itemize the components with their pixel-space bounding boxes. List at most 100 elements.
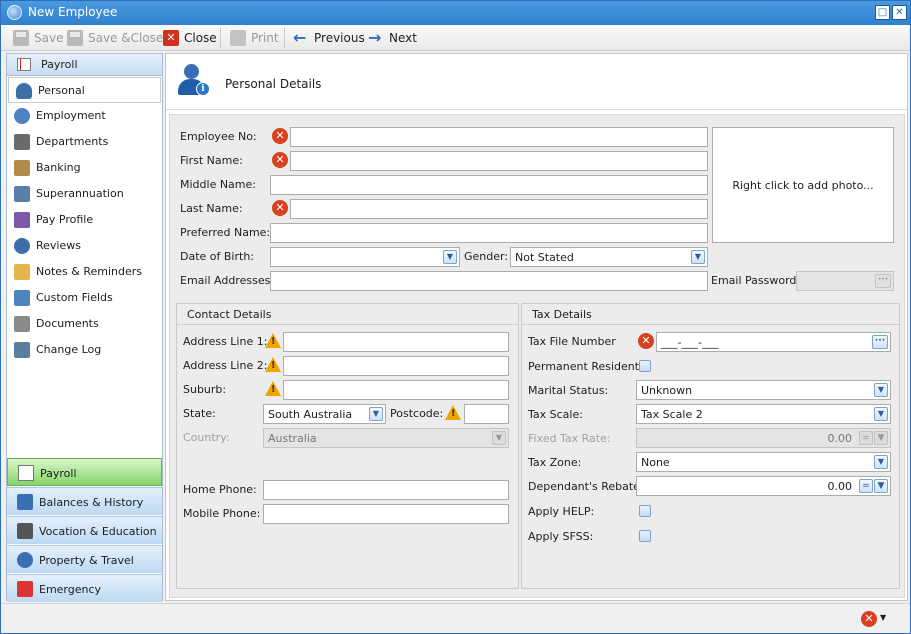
chevron-down-icon[interactable]: ▼ [492, 431, 506, 445]
error-icon: ✕ [272, 200, 288, 216]
mobile-phone-input[interactable] [263, 504, 509, 524]
ellipsis-icon[interactable]: ··· [875, 274, 891, 288]
maximize-button[interactable]: □ [875, 5, 890, 20]
tax-zone-select[interactable]: None ▼ [636, 452, 891, 472]
sidebar-item-label: Reviews [36, 239, 81, 252]
notes-icon [14, 264, 30, 280]
sidebar-item-label: Pay Profile [36, 213, 94, 226]
sidebar-item-banking[interactable]: Banking [7, 155, 162, 181]
email-input[interactable] [270, 271, 708, 291]
suburb-input[interactable] [283, 380, 509, 400]
middle-name-label: Middle Name: [180, 178, 256, 191]
chevron-down-icon[interactable]: ▼ [443, 250, 457, 264]
sidebar-item-reviews[interactable]: Reviews [7, 233, 162, 259]
gender-select[interactable]: Not Stated ▼ [510, 247, 708, 267]
permanent-resident-label: Permanent Resident: [528, 360, 643, 373]
warning-icon: ! [445, 405, 461, 420]
save-button[interactable]: Save [13, 29, 63, 47]
section-property-travel[interactable]: Property & Travel [7, 545, 162, 573]
sidebar-item-employment[interactable]: Employment [7, 103, 162, 129]
pay-card-icon [14, 212, 30, 228]
employee-no-input[interactable] [290, 127, 708, 147]
section-emergency[interactable]: Emergency [7, 574, 162, 602]
dob-picker[interactable]: ▼ [270, 247, 460, 267]
tax-scale-value: Tax Scale 2 [641, 408, 703, 421]
chevron-down-icon[interactable]: ▼ [874, 455, 888, 469]
preferred-name-input[interactable] [270, 223, 708, 243]
fixed-tax-rate-input[interactable]: 0.00 = ▼ [636, 428, 891, 448]
section-balances-history[interactable]: Balances & History [7, 487, 162, 515]
sidebar: Payroll Personal Employment Departments … [6, 53, 163, 602]
person-info-icon [16, 83, 32, 99]
sidebar-header[interactable]: Payroll [7, 54, 162, 76]
print-button[interactable]: Print [230, 29, 279, 47]
sidebar-item-departments[interactable]: Departments [7, 129, 162, 155]
chevron-down-icon[interactable]: ▼ [874, 407, 888, 421]
next-button[interactable]: → Next [368, 29, 417, 47]
sidebar-item-superannuation[interactable]: Superannuation [7, 181, 162, 207]
page-header: i Personal Details [166, 54, 907, 110]
section-vocation-education[interactable]: Vocation & Education [7, 516, 162, 544]
window-title: New Employee [28, 5, 118, 19]
section-label: Property & Travel [39, 554, 134, 567]
last-name-input[interactable] [290, 199, 708, 219]
sidebar-item-label: Departments [36, 135, 109, 148]
state-select[interactable]: South Australia ▼ [263, 404, 386, 424]
country-select[interactable]: Australia ▼ [263, 428, 509, 448]
ellipsis-icon[interactable]: ··· [872, 335, 888, 349]
photo-box[interactable]: Right click to add photo... [712, 127, 894, 243]
print-label: Print [251, 31, 279, 45]
save-close-button[interactable]: Save &Close [67, 29, 163, 47]
chevron-down-icon[interactable]: ▼ [874, 383, 888, 397]
page-title: Personal Details [225, 77, 322, 91]
error-icon[interactable]: ✕ [861, 611, 877, 627]
address2-input[interactable] [283, 356, 509, 376]
section-payroll[interactable]: Payroll [7, 458, 162, 486]
error-icon: ✕ [272, 128, 288, 144]
sidebar-item-label: Banking [36, 161, 81, 174]
apply-help-checkbox[interactable] [639, 505, 651, 517]
tfn-value: ___-___-___ [661, 336, 719, 349]
sidebar-item-pay-profile[interactable]: Pay Profile [7, 207, 162, 233]
close-label: Close [184, 31, 217, 45]
equals-icon[interactable]: = [859, 479, 873, 493]
people-network-icon [14, 108, 30, 124]
sidebar-item-documents[interactable]: Documents [7, 311, 162, 337]
email-password-label: Email Password: [711, 274, 801, 287]
sidebar-item-notes[interactable]: Notes & Reminders [7, 259, 162, 285]
sidebar-item-custom-fields[interactable]: Custom Fields [7, 285, 162, 311]
title-bar[interactable]: New Employee □ ✕ [1, 1, 910, 25]
first-name-input[interactable] [290, 151, 708, 171]
section-label: Emergency [39, 583, 102, 596]
sidebar-item-change-log[interactable]: Change Log [7, 337, 162, 363]
dependants-rebate-input[interactable]: 0.00 = ▼ [636, 476, 891, 496]
printer-icon [230, 30, 246, 46]
chevron-down-icon[interactable]: ▼ [874, 431, 888, 445]
tfn-input[interactable]: ___-___-___ ··· [656, 332, 891, 352]
warning-icon: ! [265, 381, 281, 396]
close-window-button[interactable]: ✕ [892, 5, 907, 20]
home-phone-input[interactable] [263, 480, 509, 500]
caret-down-icon[interactable]: ▼ [880, 613, 886, 622]
tax-details-title: Tax Details [532, 308, 592, 321]
chevron-down-icon[interactable]: ▼ [691, 250, 705, 264]
close-icon: ✕ [163, 30, 179, 46]
apply-sfss-checkbox[interactable] [639, 530, 651, 542]
marital-status-select[interactable]: Unknown ▼ [636, 380, 891, 400]
tax-scale-select[interactable]: Tax Scale 2 ▼ [636, 404, 891, 424]
permanent-resident-checkbox[interactable] [639, 360, 651, 372]
email-password-input[interactable]: ··· [796, 271, 894, 291]
chevron-down-icon[interactable]: ▼ [874, 479, 888, 493]
tax-zone-label: Tax Zone: [528, 456, 582, 469]
section-label: Balances & History [39, 496, 144, 509]
middle-name-input[interactable] [270, 175, 708, 195]
sidebar-item-personal[interactable]: Personal [8, 77, 161, 103]
postcode-input[interactable] [464, 404, 509, 424]
equals-icon[interactable]: = [859, 431, 873, 445]
chevron-down-icon[interactable]: ▼ [369, 407, 383, 421]
close-button[interactable]: ✕ Close [163, 29, 217, 47]
previous-button[interactable]: ← Previous [293, 29, 365, 47]
next-label: Next [389, 31, 417, 45]
address1-input[interactable] [283, 332, 509, 352]
tax-zone-value: None [641, 456, 670, 469]
